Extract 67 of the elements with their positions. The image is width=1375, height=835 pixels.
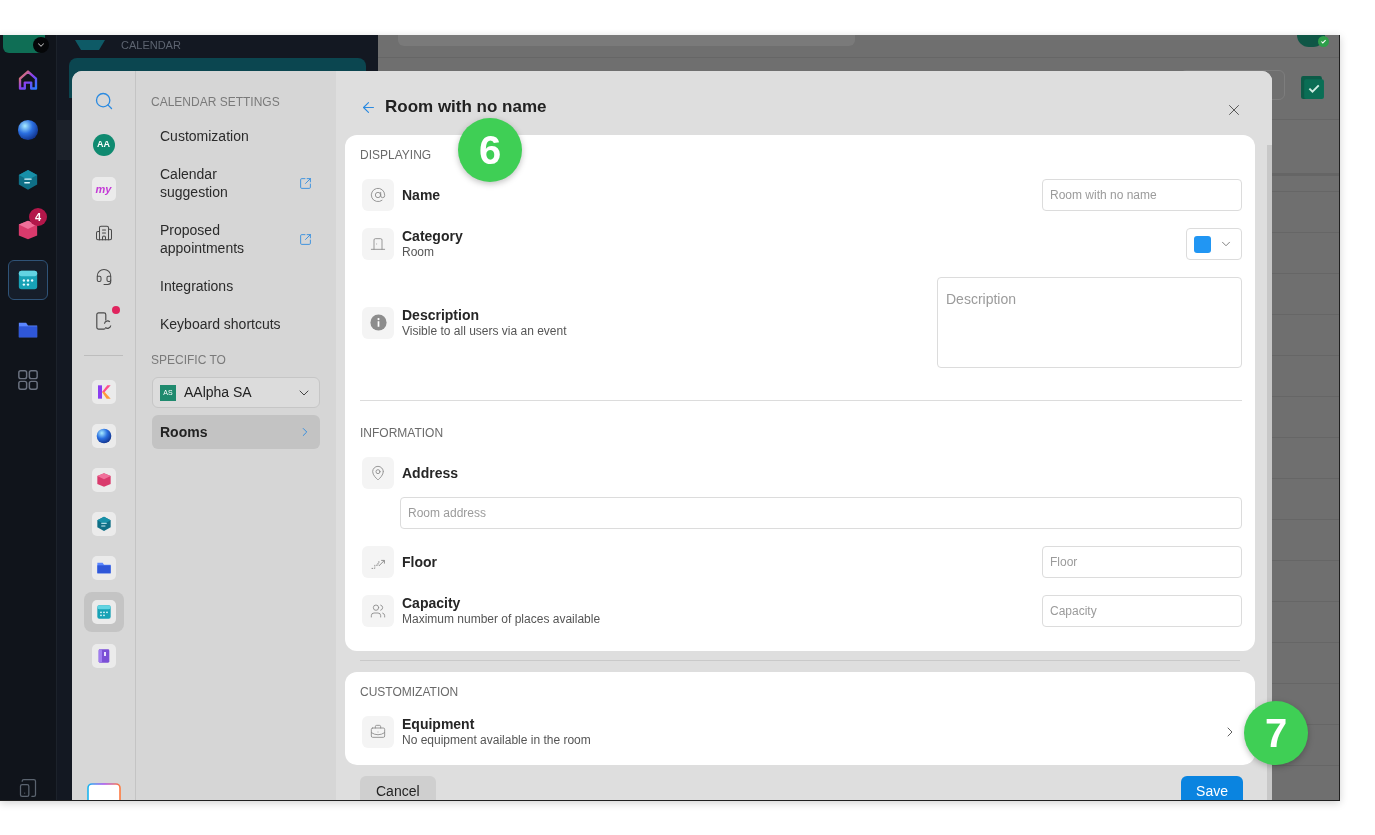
- section-heading: INFORMATION: [360, 426, 445, 440]
- field-label: Address: [402, 464, 459, 482]
- cancel-button[interactable]: Cancel: [360, 776, 436, 800]
- headset-icon: [94, 268, 113, 286]
- nav-item[interactable]: Rooms: [152, 415, 320, 449]
- gradient-tile-icon: [86, 783, 121, 800]
- building-icon: [94, 224, 113, 242]
- text-input[interactable]: Room with no name: [1042, 179, 1242, 211]
- field-label: Category: [402, 228, 463, 245]
- toolbox-icon: [362, 716, 394, 748]
- nav-item[interactable]: Calendar suggestion: [152, 158, 320, 208]
- search-field[interactable]: [398, 35, 855, 46]
- info-icon: [362, 306, 394, 339]
- hexagon-icon: [17, 169, 39, 191]
- check-badge-icon: [1318, 36, 1329, 47]
- app-logo: my: [91, 177, 116, 201]
- field-label: Capacity: [402, 595, 462, 612]
- calendar-check-icon: [1300, 75, 1325, 100]
- map-pin-icon: [362, 457, 394, 489]
- field-label: Floor: [402, 553, 437, 571]
- section-heading: SPECIFIC TO: [151, 353, 227, 367]
- phone-sync-icon: [94, 312, 113, 330]
- text-input[interactable]: Room address: [400, 497, 1242, 529]
- at-sign-icon: [362, 179, 394, 211]
- text-input[interactable]: Floor: [1042, 546, 1242, 578]
- device-icon: [18, 778, 38, 798]
- description-textarea[interactable]: Description: [937, 277, 1242, 368]
- notification-badge: 4: [29, 208, 47, 226]
- nav-item[interactable]: Customization: [152, 120, 320, 152]
- cube-icon: [17, 219, 39, 241]
- save-button[interactable]: Save: [1181, 776, 1243, 800]
- door-icon: [362, 228, 394, 260]
- chevron-down-icon: [33, 37, 49, 53]
- search-icon: [93, 91, 114, 111]
- dialog-title: Room with no name: [385, 96, 547, 119]
- house-icon: [17, 69, 39, 91]
- calendar-icon: [17, 269, 39, 291]
- text-input[interactable]: Capacity: [1042, 595, 1242, 627]
- nav-item[interactable]: Proposed appointments: [152, 214, 320, 264]
- color-select[interactable]: [1186, 228, 1242, 260]
- app-title: CALENDAR: [121, 39, 181, 51]
- field-description: Room: [402, 245, 435, 260]
- section-heading: CALENDAR SETTINGS: [151, 95, 281, 109]
- calendar-icon: [91, 600, 116, 624]
- field-label: Name: [402, 186, 441, 204]
- cube-icon: [91, 468, 116, 492]
- field-description: Maximum number of places available: [402, 612, 601, 627]
- folder-icon: [91, 556, 116, 580]
- nav-item[interactable]: Keyboard shortcuts: [152, 308, 320, 340]
- field-label: Description: [402, 306, 480, 324]
- stairs-icon: [362, 546, 394, 578]
- grid-icon: [17, 369, 39, 391]
- avatar: AA: [92, 134, 115, 156]
- app-button[interactable]: 4: [8, 210, 48, 250]
- app-button[interactable]: my: [83, 169, 124, 209]
- calendar-logo-icon: [75, 40, 105, 50]
- section-heading: CUSTOMIZATION: [360, 685, 460, 699]
- field-label: Equipment: [402, 716, 476, 733]
- book-icon: [91, 644, 116, 668]
- sphere-icon: [17, 119, 39, 141]
- k-logo-icon: [91, 380, 116, 404]
- users-icon: [362, 595, 394, 627]
- field-description: No equipment available in the room: [402, 733, 591, 748]
- app-button[interactable]: [8, 260, 48, 300]
- profile-button[interactable]: AA: [83, 125, 124, 165]
- nav-item[interactable]: Integrations: [152, 270, 320, 302]
- field-description: Visible to all users via an event: [402, 323, 567, 339]
